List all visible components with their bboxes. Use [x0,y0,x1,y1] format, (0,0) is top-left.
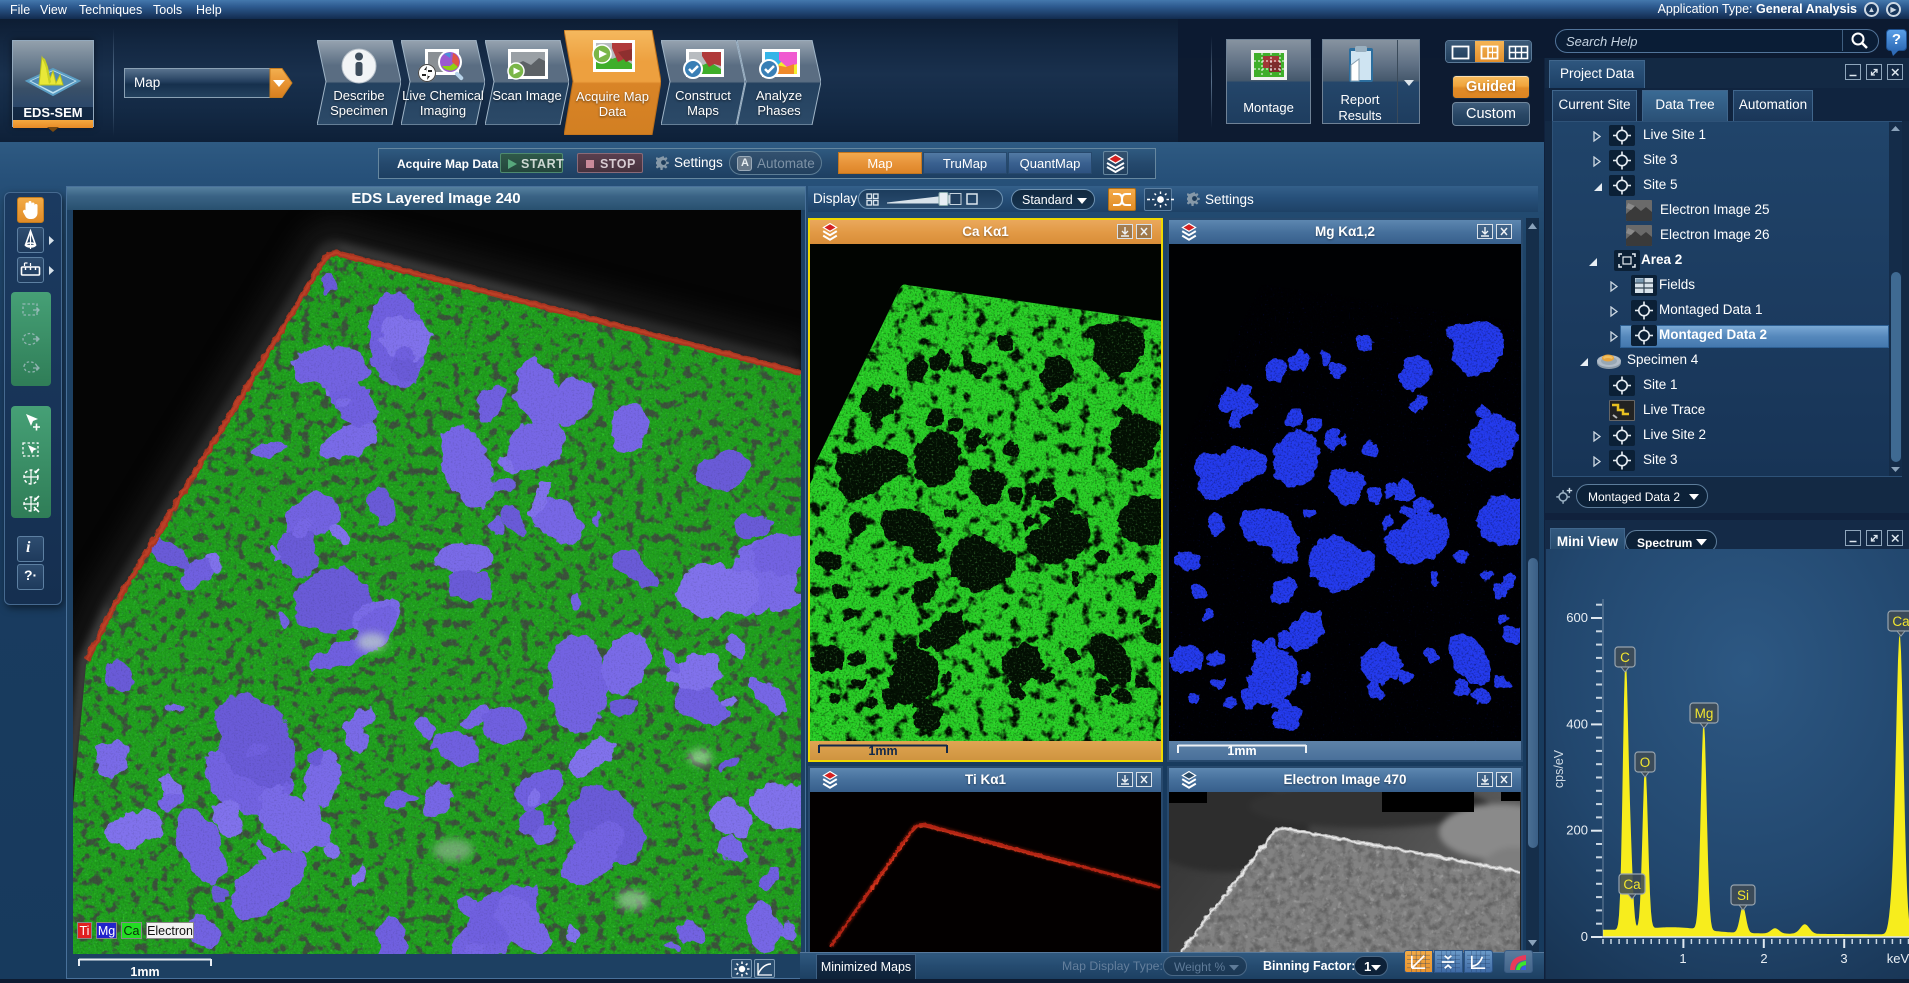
svg-text:400: 400 [1566,716,1588,731]
svg-text:keV: keV [1887,951,1909,966]
svg-text:Si: Si [1737,888,1749,903]
svg-text:O: O [1640,755,1651,770]
svg-text:1: 1 [1679,951,1686,966]
svg-text:cps/eV: cps/eV [1552,749,1566,788]
svg-text:0: 0 [1581,929,1588,944]
svg-text:600: 600 [1566,610,1588,625]
svg-text:3: 3 [1840,951,1847,966]
svg-text:200: 200 [1566,823,1588,838]
svg-text:Mg: Mg [1695,706,1714,721]
svg-text:Ca: Ca [1623,877,1641,892]
svg-text:2: 2 [1760,951,1767,966]
svg-text:C: C [1620,650,1630,665]
svg-text:Ca: Ca [1892,614,1909,629]
